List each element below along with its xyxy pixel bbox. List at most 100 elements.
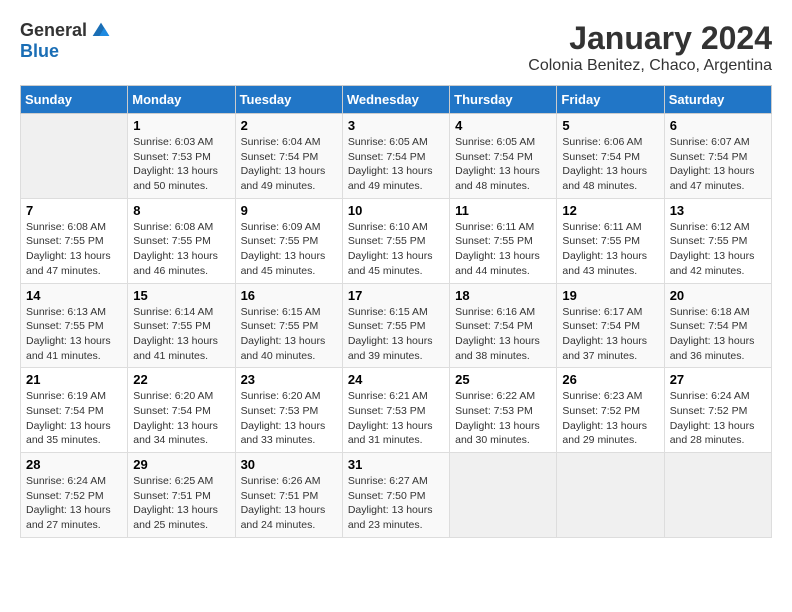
daylight-label: Daylight: 13 hours and 36 minutes. (670, 335, 755, 362)
sunset-label: Sunset: 7:52 PM (670, 405, 748, 417)
day-cell: 8 Sunrise: 6:08 AM Sunset: 7:55 PM Dayli… (128, 198, 235, 283)
sunrise-label: Sunrise: 6:21 AM (348, 390, 428, 402)
day-cell: 18 Sunrise: 6:16 AM Sunset: 7:54 PM Dayl… (450, 283, 557, 368)
logo-icon (91, 21, 111, 41)
day-info: Sunrise: 6:08 AM Sunset: 7:55 PM Dayligh… (133, 220, 229, 279)
day-cell: 2 Sunrise: 6:04 AM Sunset: 7:54 PM Dayli… (235, 114, 342, 199)
sunset-label: Sunset: 7:54 PM (241, 151, 319, 163)
day-cell: 1 Sunrise: 6:03 AM Sunset: 7:53 PM Dayli… (128, 114, 235, 199)
day-number: 22 (133, 372, 229, 387)
sunrise-label: Sunrise: 6:05 AM (348, 136, 428, 148)
daylight-label: Daylight: 13 hours and 46 minutes. (133, 250, 218, 277)
day-cell: 12 Sunrise: 6:11 AM Sunset: 7:55 PM Dayl… (557, 198, 664, 283)
day-cell: 26 Sunrise: 6:23 AM Sunset: 7:52 PM Dayl… (557, 368, 664, 453)
location-subtitle: Colonia Benitez, Chaco, Argentina (528, 57, 772, 75)
day-number: 12 (562, 203, 658, 218)
sunrise-label: Sunrise: 6:20 AM (241, 390, 321, 402)
daylight-label: Daylight: 13 hours and 43 minutes. (562, 250, 647, 277)
month-year-title: January 2024 (528, 20, 772, 57)
day-info: Sunrise: 6:22 AM Sunset: 7:53 PM Dayligh… (455, 389, 551, 448)
header-friday: Friday (557, 86, 664, 114)
sunrise-label: Sunrise: 6:03 AM (133, 136, 213, 148)
sunrise-label: Sunrise: 6:05 AM (455, 136, 535, 148)
sunset-label: Sunset: 7:55 PM (133, 320, 211, 332)
sunrise-label: Sunrise: 6:17 AM (562, 306, 642, 318)
logo-general: General (20, 20, 87, 41)
sunrise-label: Sunrise: 6:19 AM (26, 390, 106, 402)
sunrise-label: Sunrise: 6:15 AM (241, 306, 321, 318)
day-number: 11 (455, 203, 551, 218)
header-wednesday: Wednesday (342, 86, 449, 114)
day-cell: 7 Sunrise: 6:08 AM Sunset: 7:55 PM Dayli… (21, 198, 128, 283)
sunrise-label: Sunrise: 6:10 AM (348, 221, 428, 233)
day-cell: 19 Sunrise: 6:17 AM Sunset: 7:54 PM Dayl… (557, 283, 664, 368)
day-number: 24 (348, 372, 444, 387)
header-monday: Monday (128, 86, 235, 114)
day-info: Sunrise: 6:20 AM Sunset: 7:53 PM Dayligh… (241, 389, 337, 448)
daylight-label: Daylight: 13 hours and 30 minutes. (455, 420, 540, 447)
day-info: Sunrise: 6:06 AM Sunset: 7:54 PM Dayligh… (562, 135, 658, 194)
header-tuesday: Tuesday (235, 86, 342, 114)
day-number: 21 (26, 372, 122, 387)
sunset-label: Sunset: 7:53 PM (133, 151, 211, 163)
sunrise-label: Sunrise: 6:24 AM (670, 390, 750, 402)
day-cell (21, 114, 128, 199)
day-number: 28 (26, 457, 122, 472)
daylight-label: Daylight: 13 hours and 47 minutes. (670, 165, 755, 192)
day-cell: 22 Sunrise: 6:20 AM Sunset: 7:54 PM Dayl… (128, 368, 235, 453)
day-info: Sunrise: 6:20 AM Sunset: 7:54 PM Dayligh… (133, 389, 229, 448)
day-number: 27 (670, 372, 766, 387)
sunrise-label: Sunrise: 6:09 AM (241, 221, 321, 233)
day-info: Sunrise: 6:15 AM Sunset: 7:55 PM Dayligh… (241, 305, 337, 364)
day-number: 26 (562, 372, 658, 387)
day-number: 13 (670, 203, 766, 218)
daylight-label: Daylight: 13 hours and 41 minutes. (133, 335, 218, 362)
daylight-label: Daylight: 13 hours and 49 minutes. (348, 165, 433, 192)
day-info: Sunrise: 6:07 AM Sunset: 7:54 PM Dayligh… (670, 135, 766, 194)
daylight-label: Daylight: 13 hours and 34 minutes. (133, 420, 218, 447)
sunrise-label: Sunrise: 6:11 AM (562, 221, 641, 233)
sunset-label: Sunset: 7:54 PM (455, 320, 533, 332)
day-cell (450, 453, 557, 538)
sunrise-label: Sunrise: 6:12 AM (670, 221, 750, 233)
day-info: Sunrise: 6:10 AM Sunset: 7:55 PM Dayligh… (348, 220, 444, 279)
day-info: Sunrise: 6:19 AM Sunset: 7:54 PM Dayligh… (26, 389, 122, 448)
daylight-label: Daylight: 13 hours and 39 minutes. (348, 335, 433, 362)
day-number: 23 (241, 372, 337, 387)
day-cell: 30 Sunrise: 6:26 AM Sunset: 7:51 PM Dayl… (235, 453, 342, 538)
daylight-label: Daylight: 13 hours and 23 minutes. (348, 504, 433, 531)
sunrise-label: Sunrise: 6:23 AM (562, 390, 642, 402)
day-number: 8 (133, 203, 229, 218)
header-thursday: Thursday (450, 86, 557, 114)
sunset-label: Sunset: 7:54 PM (455, 151, 533, 163)
daylight-label: Daylight: 13 hours and 37 minutes. (562, 335, 647, 362)
day-cell (557, 453, 664, 538)
day-info: Sunrise: 6:11 AM Sunset: 7:55 PM Dayligh… (562, 220, 658, 279)
sunrise-label: Sunrise: 6:14 AM (133, 306, 213, 318)
day-info: Sunrise: 6:11 AM Sunset: 7:55 PM Dayligh… (455, 220, 551, 279)
day-cell: 28 Sunrise: 6:24 AM Sunset: 7:52 PM Dayl… (21, 453, 128, 538)
week-row-4: 28 Sunrise: 6:24 AM Sunset: 7:52 PM Dayl… (21, 453, 772, 538)
day-number: 16 (241, 288, 337, 303)
daylight-label: Daylight: 13 hours and 40 minutes. (241, 335, 326, 362)
calendar-body: 1 Sunrise: 6:03 AM Sunset: 7:53 PM Dayli… (21, 114, 772, 538)
day-number: 3 (348, 118, 444, 133)
day-info: Sunrise: 6:05 AM Sunset: 7:54 PM Dayligh… (348, 135, 444, 194)
daylight-label: Daylight: 13 hours and 31 minutes. (348, 420, 433, 447)
day-cell: 31 Sunrise: 6:27 AM Sunset: 7:50 PM Dayl… (342, 453, 449, 538)
sunrise-label: Sunrise: 6:27 AM (348, 475, 428, 487)
week-row-0: 1 Sunrise: 6:03 AM Sunset: 7:53 PM Dayli… (21, 114, 772, 199)
day-number: 14 (26, 288, 122, 303)
daylight-label: Daylight: 13 hours and 42 minutes. (670, 250, 755, 277)
day-cell: 10 Sunrise: 6:10 AM Sunset: 7:55 PM Dayl… (342, 198, 449, 283)
sunset-label: Sunset: 7:55 PM (26, 235, 104, 247)
day-info: Sunrise: 6:12 AM Sunset: 7:55 PM Dayligh… (670, 220, 766, 279)
day-number: 20 (670, 288, 766, 303)
sunset-label: Sunset: 7:54 PM (348, 151, 426, 163)
day-cell: 20 Sunrise: 6:18 AM Sunset: 7:54 PM Dayl… (664, 283, 771, 368)
day-info: Sunrise: 6:03 AM Sunset: 7:53 PM Dayligh… (133, 135, 229, 194)
day-cell: 13 Sunrise: 6:12 AM Sunset: 7:55 PM Dayl… (664, 198, 771, 283)
day-info: Sunrise: 6:08 AM Sunset: 7:55 PM Dayligh… (26, 220, 122, 279)
sunrise-label: Sunrise: 6:22 AM (455, 390, 535, 402)
day-number: 15 (133, 288, 229, 303)
